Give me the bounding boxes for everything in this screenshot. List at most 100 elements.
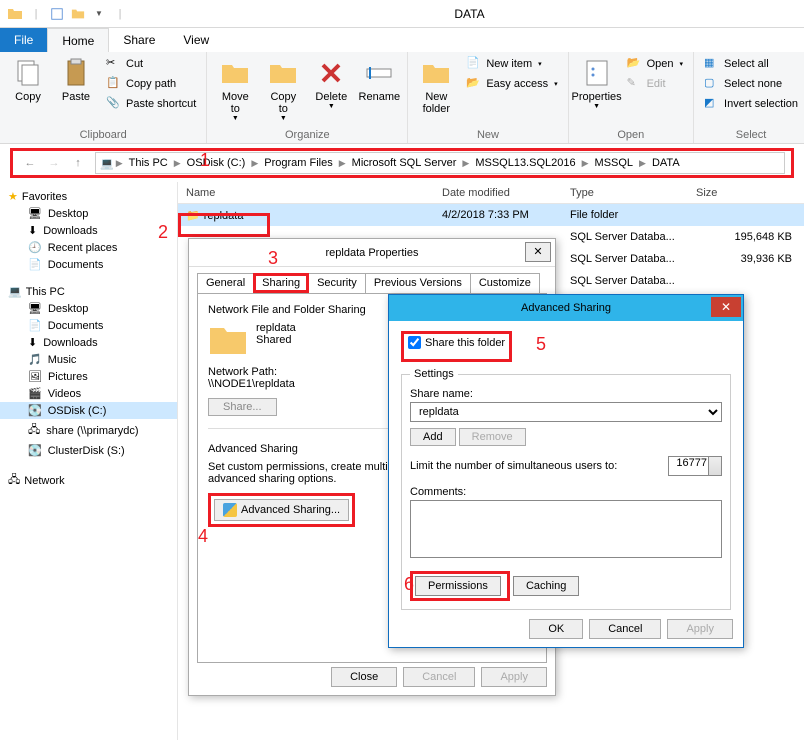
comments-textarea[interactable] xyxy=(410,500,722,558)
sharename-label: Share name: xyxy=(410,388,722,400)
properties-label: Properties xyxy=(572,91,622,103)
network-header[interactable]: 🖧Network xyxy=(0,469,177,492)
crumb-mssql13[interactable]: MSSQL13.SQL2016 xyxy=(471,157,579,169)
newfolder-label: New folder xyxy=(418,91,454,115)
pictures-icon: 🖼 xyxy=(28,370,42,383)
ribbon-group-open: Properties▼ 📂Open▾ ✎Edit Open xyxy=(569,52,694,143)
nav-pc-share[interactable]: 🖧share (\\primarydc) xyxy=(0,419,177,442)
selectnone-button[interactable]: ▢Select none xyxy=(700,75,802,93)
copypath-label: Copy path xyxy=(126,78,176,90)
nav-up-button[interactable]: ↑ xyxy=(67,152,89,174)
invertselection-button[interactable]: ◩Invert selection xyxy=(700,95,802,113)
moveto-button[interactable]: Move to▼ xyxy=(213,55,257,124)
qat-dropdown-icon[interactable]: ▼ xyxy=(90,5,108,23)
col-type[interactable]: Type xyxy=(562,187,688,199)
thispc-header[interactable]: 💻This PC xyxy=(0,283,177,300)
tab-general[interactable]: General xyxy=(197,273,254,293)
copypath-button[interactable]: 📋Copy path xyxy=(102,75,200,93)
crumb-osdisk[interactable]: OSDisk (C:) xyxy=(183,157,250,169)
network-icon: 🖧 xyxy=(8,471,20,490)
permissions-button[interactable]: Permissions xyxy=(415,576,501,596)
remove-button[interactable]: Remove xyxy=(459,428,526,446)
apply-button[interactable]: Apply xyxy=(667,619,733,639)
open-group-label: Open xyxy=(575,127,687,143)
sharename-combo[interactable]: repldata xyxy=(410,402,722,422)
easyaccess-button[interactable]: 📂Easy access▾ xyxy=(462,75,561,93)
tab-previousversions[interactable]: Previous Versions xyxy=(365,273,471,293)
col-date[interactable]: Date modified xyxy=(434,187,562,199)
advanced-sharing-button[interactable]: Advanced Sharing... xyxy=(214,499,349,521)
nav-pc-downloads[interactable]: ⬇Downloads xyxy=(0,334,177,351)
edit-icon: ✎ xyxy=(627,76,643,92)
crumb-programfiles[interactable]: Program Files xyxy=(260,157,336,169)
tab-file[interactable]: File xyxy=(0,28,47,52)
cut-icon: ✂ xyxy=(106,56,122,72)
cut-button[interactable]: ✂Cut xyxy=(102,55,200,73)
nav-documents[interactable]: 📄Documents xyxy=(0,256,177,273)
selectall-button[interactable]: ▦Select all xyxy=(700,55,802,73)
crumb-thispc[interactable]: This PC xyxy=(125,157,172,169)
invert-icon: ◩ xyxy=(704,96,720,112)
apply-button[interactable]: Apply xyxy=(481,667,547,687)
rename-button[interactable]: Rename xyxy=(357,55,401,105)
tab-home[interactable]: Home xyxy=(47,28,109,52)
tab-view[interactable]: View xyxy=(169,28,223,52)
copyto-button[interactable]: Copy to▼ xyxy=(261,55,305,124)
copy-button[interactable]: Copy xyxy=(6,55,50,105)
edit-button[interactable]: ✎Edit xyxy=(623,75,687,93)
tab-share[interactable]: Share xyxy=(109,28,169,52)
crumb-mssql[interactable]: Microsoft SQL Server xyxy=(348,157,461,169)
advsharing-close-button[interactable]: ✕ xyxy=(711,297,741,317)
newitem-icon: 📄 xyxy=(466,56,482,72)
file-list-header: Name Date modified Type Size xyxy=(178,182,804,204)
caching-button[interactable]: Caching xyxy=(513,576,579,596)
advsharing-title: Advanced Sharing ✕ xyxy=(389,295,743,321)
nav-pc-documents[interactable]: 📄Documents xyxy=(0,317,177,334)
nav-back-button[interactable]: ← xyxy=(19,152,41,174)
properties-title: repldata Properties ✕ xyxy=(189,239,555,267)
tab-customize[interactable]: Customize xyxy=(470,273,540,293)
nav-forward-button[interactable]: → xyxy=(43,152,65,174)
delete-button[interactable]: Delete▼ xyxy=(309,55,353,112)
select-group-label: Select xyxy=(700,127,802,143)
share-folder-checkbox-input[interactable] xyxy=(408,336,421,349)
qat-properties-icon[interactable] xyxy=(48,5,66,23)
add-button[interactable]: Add xyxy=(410,428,456,446)
paste-button[interactable]: Paste xyxy=(54,55,98,105)
paste-label: Paste xyxy=(62,91,90,103)
properties-close-button[interactable]: ✕ xyxy=(525,242,551,262)
breadcrumb-bar[interactable]: 💻 ▶ This PC▶ OSDisk (C:)▶ Program Files▶… xyxy=(95,152,785,174)
col-size[interactable]: Size xyxy=(688,187,804,199)
cancel-button[interactable]: Cancel xyxy=(589,619,661,639)
shield-icon xyxy=(223,503,237,517)
nav-pc-music[interactable]: 🎵Music xyxy=(0,351,177,368)
nav-downloads[interactable]: ⬇Downloads xyxy=(0,222,177,239)
nav-pc-desktop[interactable]: 🖥Desktop xyxy=(0,300,177,317)
nav-pc-pictures[interactable]: 🖼Pictures xyxy=(0,368,177,385)
tab-sharing[interactable]: Sharing xyxy=(253,273,309,293)
favorites-header[interactable]: ★Favorites xyxy=(0,188,177,205)
cancel-button[interactable]: Cancel xyxy=(403,667,475,687)
annotation-4: 4 xyxy=(198,526,208,547)
share-folder-checkbox[interactable]: Share this folder xyxy=(408,336,505,349)
nav-recentplaces[interactable]: 🕘Recent places xyxy=(0,239,177,256)
close-button[interactable]: Close xyxy=(331,667,397,687)
crumb-data[interactable]: DATA xyxy=(648,157,684,169)
open-button[interactable]: 📂Open▾ xyxy=(623,55,687,73)
share-button[interactable]: Share... xyxy=(208,398,277,416)
limit-spinner[interactable]: 16777 xyxy=(668,456,722,476)
crumb-mssqldir[interactable]: MSSQL xyxy=(591,157,638,169)
table-row[interactable]: 📁repldata4/2/2018 7:33 PMFile folder xyxy=(178,204,804,226)
pasteshortcut-button[interactable]: 📎Paste shortcut xyxy=(102,95,200,113)
qat-open-icon[interactable] xyxy=(69,5,87,23)
nav-desktop[interactable]: 🖥Desktop xyxy=(0,205,177,222)
properties-button[interactable]: Properties▼ xyxy=(575,55,619,112)
nav-pc-videos[interactable]: 🎬Videos xyxy=(0,385,177,402)
nav-pc-clusterdisk[interactable]: 💽ClusterDisk (S:) xyxy=(0,442,177,459)
newitem-button[interactable]: 📄New item▾ xyxy=(462,55,561,73)
ok-button[interactable]: OK xyxy=(529,619,583,639)
nav-pc-osdisk[interactable]: 💽OSDisk (C:) xyxy=(0,402,177,419)
newfolder-button[interactable]: New folder xyxy=(414,55,458,117)
col-name[interactable]: Name xyxy=(178,187,434,199)
tab-security[interactable]: Security xyxy=(308,273,366,293)
